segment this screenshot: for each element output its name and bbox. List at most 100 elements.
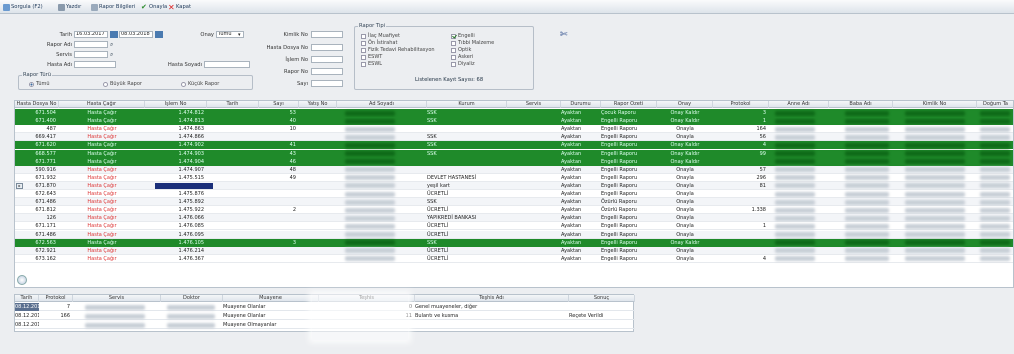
column-header[interactable]: Kurum <box>427 101 507 108</box>
cell-cagir[interactable]: Hasta Çağır <box>59 174 145 182</box>
table-row[interactable]: 487 Hasta Çağır 1.474.863 10 Ayaktan Engelli … <box>15 125 1013 134</box>
cell-cagir[interactable]: Hasta Çağır <box>59 222 145 230</box>
patient-surname-field[interactable] <box>204 61 250 68</box>
cell-cagir[interactable]: Hasta Çağır <box>59 125 145 133</box>
table-row[interactable]: 668.577 Hasta Çağır 1.474.903 43 SSK Ayaktan E… <box>15 149 1013 158</box>
report-number-field[interactable] <box>311 68 343 75</box>
selected-cell[interactable] <box>155 182 213 189</box>
chevron-down-icon[interactable]: ▾ <box>238 32 241 38</box>
close-button[interactable]: ✕ Kapat <box>168 2 191 12</box>
column-header[interactable]: İşlem No <box>145 101 207 108</box>
table-row[interactable]: 672.921 Hasta Çağır 1.476.214 ÜCRETLİ Ayakta… <box>15 246 1013 255</box>
radio-big-report[interactable]: Büyük Rapor <box>103 81 142 87</box>
search-icon[interactable]: ⌕ <box>110 41 113 49</box>
column-header[interactable]: Anne Adı <box>769 101 829 108</box>
report-info-button[interactable]: Rapor Bilgileri <box>91 2 135 12</box>
table-row[interactable]: 671.932 Hasta Çağır 1.475.515 49 DEVLET HAST… <box>15 173 1013 182</box>
cell-sayi <box>259 133 299 141</box>
table-row[interactable]: 671.620 Hasta Çağır 1.474.902 41 SSK Ayaktan E… <box>15 141 1013 150</box>
column-header[interactable]: Servis <box>73 295 161 302</box>
column-header[interactable]: Sonuç <box>569 295 635 302</box>
table-row[interactable]: 671.171 Hasta Çağır 1.476.085 ÜCRETLİ Ayakta… <box>15 222 1013 231</box>
table-row[interactable]: 671.486 Hasta Çağır 1.475.892 SSK Ayaktan Özü… <box>15 198 1013 207</box>
column-header[interactable]: Hasta Çağır <box>59 101 145 108</box>
print-button[interactable]: Yazdır <box>58 2 81 12</box>
id-number-field[interactable] <box>311 31 343 38</box>
cell-cagir[interactable]: Hasta Çağır <box>59 206 145 214</box>
table-row[interactable]: 671.400 Hasta Çağır 1.474.813 40 SSK Ayaktan E… <box>15 117 1013 126</box>
cell-cagir[interactable]: Hasta Çağır <box>59 166 145 174</box>
table-row[interactable]: 672.563 Hasta Çağır 1.476.105 3 SSK Ayaktan En… <box>15 238 1013 247</box>
cell-cagir[interactable]: Hasta Çağır <box>59 231 145 239</box>
table-row[interactable]: 672.643 Hasta Çağır 1.475.876 ÜCRETLİ Ayakta… <box>15 190 1013 199</box>
cell-cagir[interactable]: Hasta Çağır <box>59 109 145 117</box>
table-row[interactable]: 671.870Hasta Çağır1.475.721yeşil kartAya… <box>15 181 1013 190</box>
cell-cagir[interactable]: Hasta Çağır <box>59 190 145 198</box>
table-row[interactable]: 671.812 Hasta Çağır 1.475.922 2 ÜCRETLİ Ayakt… <box>15 206 1013 215</box>
cell-cagir[interactable]: Hasta Çağır <box>59 255 145 263</box>
patient-name-field[interactable] <box>74 61 116 68</box>
broom-icon[interactable]: ✄ <box>560 30 568 40</box>
column-header[interactable]: Rapor Özeti <box>601 101 657 108</box>
cell-cagir[interactable]: Hasta Çağır <box>59 133 145 141</box>
column-header[interactable]: Baba Adı <box>829 101 893 108</box>
checkbox-disabled[interactable]: Engelli <box>451 33 475 39</box>
process-number-field[interactable] <box>311 56 343 63</box>
checkbox-physio[interactable]: Fizik Tedavi Rehabilitasyon <box>361 47 435 53</box>
cell-cagir[interactable]: Hasta Çağır <box>59 141 145 149</box>
column-header[interactable]: Sayı <box>259 101 299 108</box>
cell-cagir[interactable]: Hasta Çağır <box>59 150 145 158</box>
service-field[interactable] <box>74 51 108 58</box>
cell-cagir[interactable]: Hasta Çağır <box>59 214 145 222</box>
file-number-field[interactable] <box>311 44 343 51</box>
checkbox-drug-exemption[interactable]: İlaç Muafiyet <box>361 33 400 39</box>
approve-button[interactable]: ✔ Onayla <box>141 2 167 12</box>
checkbox-rest[interactable]: Ön İstirahat <box>361 40 397 46</box>
column-header[interactable]: Durumu <box>561 101 601 108</box>
column-header[interactable]: Protokol <box>39 295 73 302</box>
checkbox-medical-supply[interactable]: Tıbbi Malzeme <box>451 40 494 46</box>
cell-cagir[interactable]: Hasta Çağır <box>59 198 145 206</box>
checkbox-eswl[interactable]: ESWL <box>361 61 382 67</box>
column-header[interactable]: Onay <box>657 101 713 108</box>
column-header[interactable]: Kimlik No <box>893 101 977 108</box>
checkbox-optics[interactable]: Optik <box>451 47 471 53</box>
report-name-field[interactable] <box>74 41 108 48</box>
checkbox-military[interactable]: Askeri <box>451 54 473 60</box>
table-row[interactable]: 671.771 Hasta Çağır 1.474.904 46 Ayaktan Enge… <box>15 157 1013 166</box>
column-header[interactable]: Tarih <box>207 101 259 108</box>
column-header[interactable]: Doğum Ta <box>977 101 1013 108</box>
column-header[interactable]: Tarih <box>15 295 39 302</box>
column-header[interactable]: Servis <box>507 101 561 108</box>
calendar-icon[interactable] <box>110 31 118 38</box>
table-row[interactable]: 126 Hasta Çağır 1.476.066 YAPIKREDİ BANKASI… <box>15 214 1013 223</box>
column-header[interactable]: Ad Soyadı <box>337 101 427 108</box>
column-header[interactable]: Doktor <box>161 295 223 302</box>
cell-cagir[interactable]: Hasta Çağır <box>59 247 145 255</box>
date-from-field[interactable]: 16.03.2017 <box>74 31 108 38</box>
column-header[interactable]: Yatış No <box>299 101 337 108</box>
search-icon[interactable]: ⌕ <box>110 51 113 59</box>
cell-cagir[interactable]: Hasta Çağır <box>59 239 145 247</box>
checkbox-dialysis[interactable]: Diyaliz <box>451 61 475 67</box>
cell-cagir[interactable]: Hasta Çağır <box>59 117 145 125</box>
radio-small-report[interactable]: Küçük Rapor <box>181 81 219 87</box>
date-to-field[interactable]: 08.03.2018 <box>119 31 153 38</box>
column-header[interactable]: Protokol <box>713 101 769 108</box>
checkbox-eswt[interactable]: ESWT <box>361 54 382 60</box>
table-row[interactable]: 590.916 Hasta Çağır 1.474.907 48 Ayaktan Enge… <box>15 165 1013 174</box>
column-header[interactable]: Hasta Dosya No <box>15 101 59 108</box>
column-header[interactable]: Muayene <box>223 295 319 302</box>
table-row[interactable]: 673.162 Hasta Çağır 1.476.367 ÜCRETLİ Ayakta… <box>15 254 1013 263</box>
cell-cagir[interactable]: Hasta Çağır <box>59 182 145 190</box>
column-header[interactable]: Teşhis Adı <box>415 295 569 302</box>
scroll-button[interactable] <box>17 275 27 285</box>
cell-cagir[interactable]: Hasta Çağır <box>59 158 145 166</box>
calendar-icon[interactable] <box>155 31 163 38</box>
radio-all[interactable]: Tümü <box>29 81 50 87</box>
table-row[interactable]: 669.417 Hasta Çağır 1.474.866 SSK Ayaktan Eng… <box>15 133 1013 142</box>
query-button[interactable]: Sorgula (F2) <box>3 2 43 12</box>
table-row[interactable]: 671.486 Hasta Çağır 1.476.095 ÜCRETLİ Ayakta… <box>15 230 1013 239</box>
count-field[interactable] <box>311 80 343 87</box>
table-row[interactable]: 671.504 Hasta Çağır 1.474.812 53 SSK Ayaktan Ç… <box>15 109 1013 118</box>
